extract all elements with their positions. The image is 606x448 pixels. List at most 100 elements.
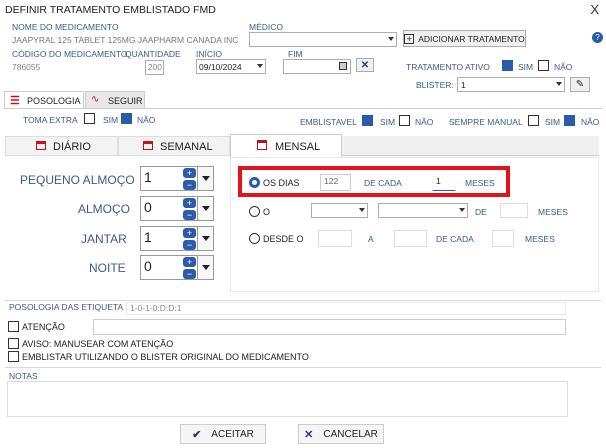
fim-date-picker[interactable] xyxy=(283,59,351,74)
blister-select[interactable]: 1 xyxy=(457,77,565,92)
chevron-down-icon xyxy=(202,236,210,241)
blister-value: 1 xyxy=(461,80,466,90)
toma-extra-nao-label: NÃO xyxy=(137,115,156,125)
emblistar-original-checkbox[interactable] xyxy=(8,351,19,362)
calendar-icon xyxy=(36,141,46,150)
emblistavel-nao-checkbox[interactable] xyxy=(399,115,410,126)
o-ordinal-select[interactable] xyxy=(311,203,368,218)
notas-textarea[interactable] xyxy=(7,381,568,417)
sempre-manual-nao-checkbox[interactable] xyxy=(564,115,575,126)
dose-dropdown[interactable] xyxy=(197,227,213,250)
clear-icon: ✕ xyxy=(360,59,370,71)
o-months-input[interactable] xyxy=(500,203,528,218)
calendar-icon xyxy=(143,141,153,150)
tratamento-nao-label: NÃO xyxy=(554,62,573,72)
clear-date-button[interactable]: ✕ xyxy=(356,58,374,72)
increment-icon[interactable]: + xyxy=(183,257,196,267)
medico-label: MÉDICO xyxy=(249,22,283,32)
fim-label: FIM xyxy=(288,49,303,59)
tab-mensal-label: MENSAL xyxy=(275,141,321,153)
dose-stepper-jantar[interactable]: 1 + − xyxy=(140,226,214,251)
add-treatment-button[interactable]: + ADICIONAR TRATAMENTO xyxy=(403,30,526,47)
tab-diario[interactable]: DIÁRIO xyxy=(5,136,118,156)
close-icon[interactable]: X xyxy=(590,2,599,17)
etiquetas-label: POSOLOGIA DAS ETIQUETA xyxy=(9,302,124,312)
decrement-icon[interactable]: − xyxy=(183,240,196,250)
aviso-label: AVISO: MANUSEAR COM ATENÇÃO xyxy=(22,339,174,349)
tab-posologia[interactable]: ☰ POSOLOGIA xyxy=(4,91,84,109)
blister-label: BLISTER: xyxy=(416,80,454,90)
toma-extra-nao-checkbox[interactable] xyxy=(121,113,132,124)
sempre-manual-sim-label: SIM xyxy=(545,117,561,127)
sempre-manual-sim-checkbox[interactable] xyxy=(528,115,539,126)
desde-to-input[interactable] xyxy=(394,230,427,247)
chevron-down-icon xyxy=(202,176,210,181)
desde-from-input[interactable] xyxy=(318,230,352,247)
dose-stepper-almoco[interactable]: 0 + − xyxy=(140,196,214,221)
emblistavel-sim-label: SIM xyxy=(380,117,396,127)
decrement-icon[interactable]: − xyxy=(183,180,196,190)
list-icon: ☰ xyxy=(10,95,20,107)
tab-posologia-label: POSOLOGIA xyxy=(27,96,81,106)
dose-value: 1 xyxy=(144,169,152,185)
o-weekday-select[interactable] xyxy=(378,203,468,218)
increment-icon[interactable]: + xyxy=(183,198,196,208)
window-title: DEFINIR TRATAMENTO EMBLISTADO FMD xyxy=(5,4,216,16)
edit-blister-button[interactable]: ✎ xyxy=(570,77,590,92)
dose-stepper-pequeno-almoco[interactable]: 1 + − xyxy=(140,166,214,191)
de-cada-input[interactable]: 1 xyxy=(432,174,456,191)
os-dias-meses-label: MESES xyxy=(465,178,495,188)
cancel-button[interactable]: ✕ CANCELAR xyxy=(298,424,384,444)
tratamento-sim-checkbox[interactable] xyxy=(502,60,513,71)
o-meses-label: MESES xyxy=(538,207,568,217)
desde-months-input[interactable] xyxy=(492,230,514,247)
divider xyxy=(5,367,601,368)
emblistavel-nao-label: NÃO xyxy=(415,117,434,127)
medico-select[interactable] xyxy=(249,32,397,47)
tab-mensal[interactable]: MENSAL xyxy=(230,134,342,157)
emblistavel-sim-checkbox[interactable] xyxy=(362,115,373,126)
help-icon[interactable]: ? xyxy=(592,32,603,43)
increment-icon[interactable]: + xyxy=(183,228,196,238)
decrement-icon[interactable]: − xyxy=(183,210,196,220)
med-code-field: 786055 xyxy=(8,60,68,75)
med-name-field: JAAPYRAL 125 TABLET 125MG JAAPHARM CANAD… xyxy=(8,33,242,48)
desde-meses-label: MESES xyxy=(525,234,555,244)
med-qty-label: QUANTIDADE xyxy=(125,49,181,59)
accept-button[interactable]: ✔ ACEITAR xyxy=(180,424,266,444)
dose-stepper-noite[interactable]: 0 + − xyxy=(140,255,214,280)
atencao-input[interactable] xyxy=(93,319,566,335)
o-de-label: DE xyxy=(475,207,487,217)
os-dias-label: OS DIAS xyxy=(263,178,300,188)
chevron-down-icon xyxy=(359,208,365,212)
accept-label: ACEITAR xyxy=(211,428,254,440)
inicio-date-picker[interactable]: 09/10/2024 xyxy=(196,59,266,74)
dose-dropdown[interactable] xyxy=(197,167,213,190)
toma-extra-sim-checkbox[interactable] xyxy=(84,113,95,124)
dose-dropdown[interactable] xyxy=(197,197,213,220)
os-dias-radio[interactable] xyxy=(249,177,260,188)
tratamento-nao-checkbox[interactable] xyxy=(538,60,549,71)
notas-label: NOTAS xyxy=(9,371,38,381)
tratamento-label: TRATAMENTO ATIVO xyxy=(406,62,490,72)
atencao-checkbox[interactable] xyxy=(8,321,19,332)
inicio-label: INÍCIO xyxy=(196,49,222,59)
aviso-checkbox[interactable] xyxy=(8,338,19,349)
emblistavel-label: EMBLISTAVEL xyxy=(300,117,357,127)
desde-label: DESDE O xyxy=(263,234,304,244)
desde-radio[interactable] xyxy=(249,233,260,244)
tab-seguir[interactable]: ∿ SEGUIR xyxy=(85,91,145,109)
tratamento-sim-label: SIM xyxy=(518,62,534,72)
pulse-icon: ∿ xyxy=(91,94,100,105)
chevron-down-icon xyxy=(257,64,263,68)
o-radio[interactable] xyxy=(249,206,260,217)
increment-icon[interactable]: + xyxy=(183,168,196,178)
tab-semanal[interactable]: SEMANAL xyxy=(118,136,230,156)
atencao-label: ATENÇÃO xyxy=(22,322,65,332)
decrement-icon[interactable]: − xyxy=(183,269,196,279)
tab-semanal-label: SEMANAL xyxy=(160,141,213,153)
os-dias-input[interactable]: 122 xyxy=(320,174,351,191)
dose-label-jantar: JANTAR xyxy=(81,232,127,246)
toma-extra-label: TOMA EXTRA xyxy=(23,115,78,125)
dose-dropdown[interactable] xyxy=(197,256,213,279)
